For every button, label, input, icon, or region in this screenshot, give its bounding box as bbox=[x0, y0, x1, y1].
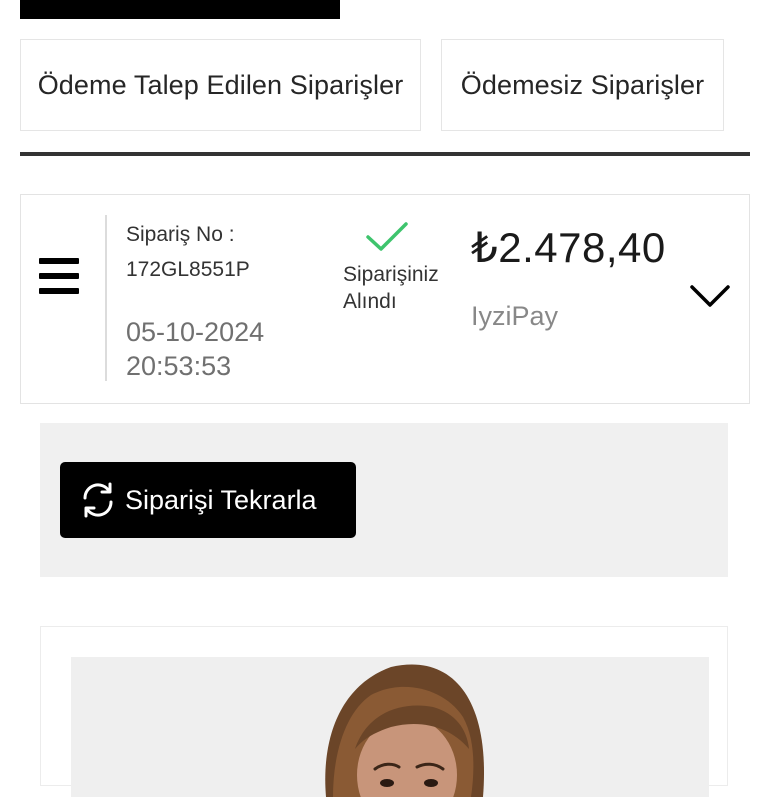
order-number: 172GL8551P bbox=[126, 258, 250, 281]
checkmark-icon bbox=[366, 222, 408, 251]
reorder-panel: Siparişi Tekrarla bbox=[40, 423, 728, 577]
order-date: 05-10-2024 bbox=[126, 317, 265, 347]
order-card[interactable]: Sipariş No : 172GL8551P 05-10-2024 20:53… bbox=[20, 194, 750, 404]
reorder-button[interactable]: Siparişi Tekrarla bbox=[60, 462, 356, 538]
hamburger-menu-icon[interactable] bbox=[39, 258, 79, 294]
product-image[interactable] bbox=[71, 657, 709, 797]
order-status: Siparişiniz Alındı bbox=[343, 261, 439, 315]
status-line-2: Alındı bbox=[343, 290, 397, 313]
chevron-down-icon[interactable] bbox=[688, 283, 732, 309]
divider bbox=[20, 152, 750, 156]
tab-label: Ödeme Talep Edilen Siparişler bbox=[37, 69, 404, 100]
refresh-icon bbox=[83, 482, 113, 518]
separator-line bbox=[105, 215, 107, 381]
order-datetime: 05-10-2024 20:53:53 bbox=[126, 315, 264, 383]
model-photo bbox=[71, 657, 709, 797]
tab-payment-requested-orders[interactable]: Ödeme Talep Edilen Siparişler bbox=[20, 39, 421, 131]
reorder-button-label: Siparişi Tekrarla bbox=[125, 484, 317, 515]
tab-label: Ödemesiz Siparişler bbox=[460, 69, 705, 100]
payment-method: IyziPay bbox=[471, 301, 559, 331]
order-time: 20:53:53 bbox=[126, 351, 232, 381]
status-line-1: Siparişiniz bbox=[343, 263, 439, 286]
product-card[interactable] bbox=[40, 626, 728, 797]
tab-unpaid-orders[interactable]: Ödemesiz Siparişler bbox=[441, 39, 724, 131]
order-number-label: Sipariş No : bbox=[126, 223, 235, 246]
header-bar bbox=[20, 0, 340, 19]
order-price: ₺2.478,40 bbox=[471, 224, 666, 271]
